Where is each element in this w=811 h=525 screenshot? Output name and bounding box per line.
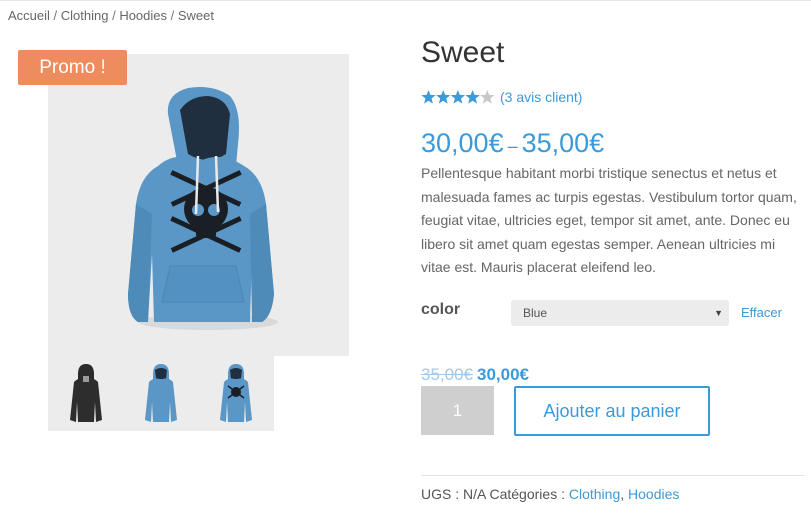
old-price: 35,00€ (421, 365, 473, 384)
color-select[interactable]: Blue ▼ (511, 300, 729, 326)
blue-hoodie-thumb-image (144, 363, 177, 422)
breadcrumb-hoodies[interactable]: Hoodies (119, 8, 167, 23)
breadcrumb-separator: / (167, 8, 178, 23)
sale-price: 30,00€ (477, 365, 529, 384)
blue-skull-hoodie-thumb-image (219, 363, 252, 422)
sku-label: UGS : (421, 486, 460, 502)
price-min: 30,00€ (421, 128, 504, 158)
stars-graphic (421, 90, 495, 104)
product-title: Sweet (421, 36, 505, 69)
breadcrumb-clothing[interactable]: Clothing (61, 8, 109, 23)
category-link-hoodies[interactable]: Hoodies (628, 486, 679, 502)
star-filled-icon (421, 90, 436, 104)
star-rating-icon (421, 89, 495, 105)
variation-price: 35,00€ 30,00€ (421, 365, 529, 385)
star-filled-icon (450, 90, 466, 104)
quantity-input[interactable] (421, 386, 494, 435)
star-empty-icon (480, 90, 495, 104)
thumbnail-gallery (48, 356, 274, 431)
black-hoodie-thumb-image (69, 363, 102, 422)
add-to-cart-button[interactable]: Ajouter au panier (514, 386, 710, 436)
sku-value: N/A (463, 486, 486, 502)
breadcrumb: Accueil / Clothing / Hoodies / Sweet (8, 8, 214, 23)
price-range: 30,00€ –35,00€ (421, 128, 604, 159)
breadcrumb-separator: / (49, 8, 61, 23)
category-separator: , (620, 486, 625, 502)
category-link-clothing[interactable]: Clothing (569, 486, 620, 502)
thumbnail-black-hoodie[interactable] (48, 356, 123, 431)
product-meta: UGS : N/A Catégories : Clothing, Hoodies (421, 486, 679, 502)
thumbnail-blue-hoodie[interactable] (123, 356, 198, 431)
color-label: color (421, 301, 461, 318)
breadcrumb-separator: / (108, 8, 120, 23)
clear-selection-link[interactable]: Effacer (741, 305, 782, 320)
promo-badge: Promo ! (18, 50, 127, 85)
breadcrumb-current: Sweet (177, 8, 214, 23)
product-description: Pellentesque habitant morbi tristique se… (421, 165, 797, 276)
chevron-down-icon: ▼ (714, 308, 723, 318)
color-select-value: Blue (523, 306, 548, 320)
product-main-image[interactable] (48, 54, 349, 356)
price-dash: – (507, 136, 518, 156)
star-filled-icon (465, 90, 480, 104)
product-rating: (3 avis client) (421, 89, 582, 105)
categories-label: Catégories : (489, 486, 565, 502)
price-max: 35,00€ (521, 128, 605, 158)
star-filled-icon (436, 90, 451, 104)
top-border (0, 0, 811, 1)
thumbnail-blue-skull-hoodie[interactable] (198, 356, 273, 431)
hoodie-image (128, 87, 278, 330)
divider (421, 475, 804, 476)
reviews-link[interactable]: (3 avis client) (500, 89, 582, 105)
breadcrumb-home[interactable]: Accueil (8, 8, 50, 23)
